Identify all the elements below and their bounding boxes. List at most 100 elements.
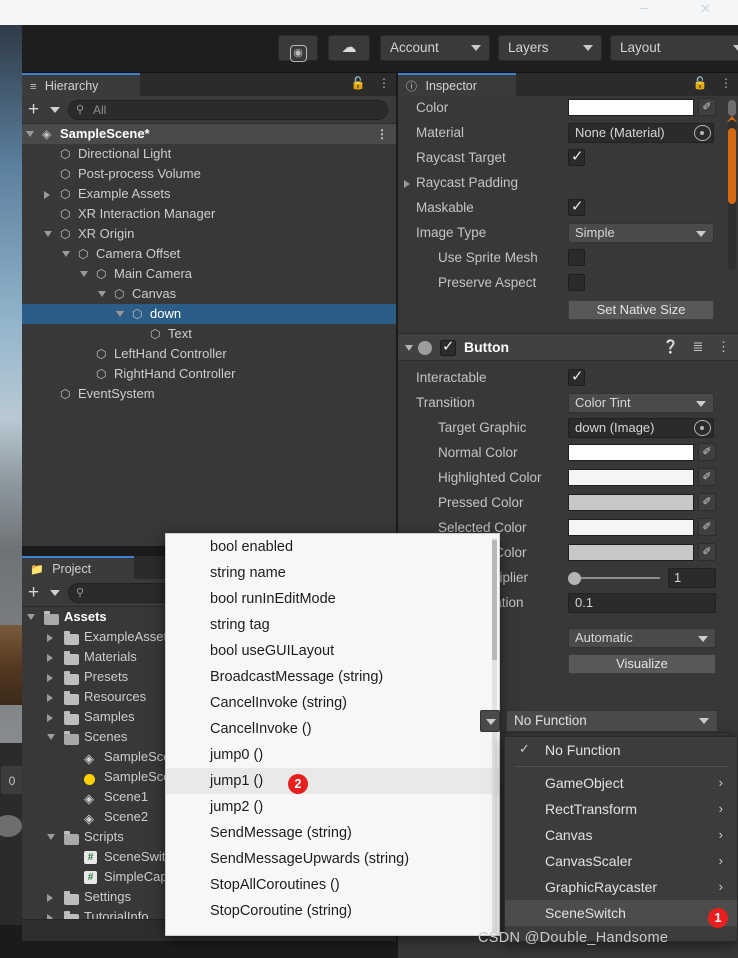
set-native-size-button[interactable]: Set Native Size [568, 300, 714, 320]
hierarchy-item-post-process-volume[interactable]: ⬡ Post-process Volume [22, 164, 396, 184]
chevron-right-icon[interactable] [47, 674, 53, 682]
kebab-menu-icon[interactable]: ⋮ [717, 339, 730, 354]
hierarchy-tree[interactable]: ◈ SampleScene* ⋮ ⬡ Directional Light ⬡ Post-pr… [22, 124, 396, 546]
project-add-button[interactable]: + [28, 582, 39, 603]
eyedropper-icon[interactable]: ✐ [698, 493, 716, 511]
color-swatch[interactable] [568, 494, 694, 511]
button-component-header[interactable]: Button ❔ ≣ ⋮ [398, 333, 738, 361]
chevron-right-icon[interactable] [47, 894, 53, 902]
color-swatch[interactable] [568, 519, 694, 536]
function-menu-item[interactable]: StopAllCoroutines () [166, 872, 499, 898]
component-list[interactable]: ✓ No Function GameObject › RectTransform › Can… [505, 737, 737, 926]
function-menu-item[interactable]: string tag [166, 612, 499, 638]
account-dropdown[interactable]: Account [380, 35, 490, 61]
property-checkbox[interactable] [568, 249, 585, 266]
color-multiplier-slider-knob[interactable] [568, 572, 581, 585]
lock-icon[interactable]: 🔓 [351, 76, 366, 90]
cloud-button[interactable]: ☁ [328, 35, 370, 61]
chevron-down-icon[interactable] [44, 231, 52, 237]
lock-icon[interactable]: 🔓 [693, 76, 708, 90]
function-menu-item[interactable]: CancelInvoke (string) [166, 690, 499, 716]
hierarchy-item-canvas[interactable]: ⬡ Canvas [22, 284, 396, 304]
hierarchy-item-eventsystem[interactable]: ⬡ EventSystem [22, 384, 396, 404]
hierarchy-item-down[interactable]: ⬡ down [22, 304, 396, 324]
property-checkbox[interactable] [568, 367, 585, 386]
function-list[interactable]: bool enabled string name bool runInEditMod… [166, 534, 499, 924]
component-menu-item[interactable]: GameObject › [505, 770, 737, 796]
kebab-menu-icon[interactable]: ⋮ [720, 76, 732, 90]
function-menu-item[interactable]: jump0 () [166, 742, 499, 768]
hierarchy-item-directional-light[interactable]: ⬡ Directional Light [22, 144, 396, 164]
object-reference-field[interactable]: None (Material) [568, 123, 714, 143]
hierarchy-item-xr-interaction-manager[interactable]: ⬡ XR Interaction Manager [22, 204, 396, 224]
hierarchy-item-righthand-controller[interactable]: ⬡ RightHand Controller [22, 364, 396, 384]
chevron-right-icon[interactable] [44, 191, 50, 199]
chevron-down-icon[interactable] [405, 345, 413, 351]
kebab-menu-icon[interactable]: ⋮ [376, 124, 388, 144]
chevron-down-icon[interactable] [116, 311, 124, 317]
tab-project[interactable]: 📁 Project [22, 556, 134, 579]
eyedropper-icon[interactable]: ✐ [698, 468, 716, 486]
hierarchy-item-lefthand-controller[interactable]: ⬡ LeftHand Controller [22, 344, 396, 364]
chevron-right-icon[interactable] [404, 180, 410, 188]
color-swatch[interactable] [568, 544, 694, 561]
color-swatch[interactable] [568, 99, 694, 116]
function-menu-item[interactable]: SendMessage (string) [166, 820, 499, 846]
function-menu-item[interactable]: jump1 () [166, 768, 499, 794]
property-dropdown[interactable]: Color Tint [568, 393, 714, 413]
component-menu-item[interactable]: RectTransform › [505, 796, 737, 822]
eyedropper-icon[interactable]: ✐ [698, 543, 716, 561]
hierarchy-item-main-camera[interactable]: ⬡ Main Camera [22, 264, 396, 284]
function-menu-item[interactable]: bool enabled [166, 534, 499, 560]
color-swatch[interactable] [568, 469, 694, 486]
chevron-down-icon[interactable] [50, 590, 60, 596]
component-menu-item[interactable]: GraphicRaycaster › [505, 874, 737, 900]
layers-dropdown[interactable]: Layers [498, 35, 602, 61]
preset-icon[interactable]: ≣ [692, 339, 703, 354]
minimize-icon[interactable]: ─ [640, 2, 648, 17]
color-multiplier-value[interactable]: 1 [668, 568, 716, 588]
function-menu-item[interactable]: string name [166, 560, 499, 586]
function-menu-item[interactable]: StopCoroutine (string) [166, 898, 499, 924]
object-reference-field[interactable]: down (Image) [568, 418, 714, 438]
property-dropdown[interactable]: Simple [568, 223, 714, 243]
component-menu-item[interactable]: CanvasScaler › [505, 848, 737, 874]
color-swatch[interactable] [568, 444, 694, 461]
visualize-button[interactable]: Visualize [568, 654, 716, 674]
onclick-function-dropdown[interactable]: No Function [506, 710, 718, 732]
property-checkbox[interactable] [568, 274, 585, 291]
function-menu-item[interactable]: bool useGUILayout [166, 638, 499, 664]
inspector-scrollbar-thumb[interactable] [728, 128, 736, 204]
color-multiplier-slider-track[interactable] [574, 577, 660, 579]
property-checkbox[interactable] [568, 147, 585, 166]
component-menu-item[interactable]: Canvas › [505, 822, 737, 848]
chevron-down-icon[interactable] [98, 291, 106, 297]
chevron-right-icon[interactable] [47, 694, 53, 702]
chevron-down-icon[interactable] [26, 131, 34, 137]
function-menu-item[interactable]: BroadcastMessage (string) [166, 664, 499, 690]
fade-duration-value[interactable]: 0.1 [568, 593, 716, 613]
eyedropper-icon[interactable]: ✐ [698, 518, 716, 536]
eyedropper-icon[interactable]: ✐ [698, 443, 716, 461]
unity-services-button[interactable]: ◉ [278, 35, 318, 62]
hierarchy-item-text[interactable]: ⬡ Text [22, 324, 396, 344]
eyedropper-icon[interactable]: ✐ [698, 98, 716, 116]
function-menu-item[interactable]: bool runInEditMode [166, 586, 499, 612]
help-icon[interactable]: ❔ [663, 339, 679, 354]
close-icon[interactable]: ✕ [700, 2, 711, 17]
function-menu-item[interactable]: jump2 () [166, 794, 499, 820]
chevron-down-icon[interactable] [27, 614, 35, 620]
hierarchy-item-example-assets[interactable]: ⬡ Example Assets [22, 184, 396, 204]
chevron-down-icon[interactable] [47, 734, 55, 740]
chevron-down-icon[interactable] [47, 834, 55, 840]
chevron-down-icon[interactable] [62, 251, 70, 257]
object-picker-icon[interactable] [694, 125, 711, 141]
onclick-object-field[interactable] [480, 710, 500, 732]
button-enabled-checkbox[interactable] [440, 337, 456, 356]
property-checkbox[interactable] [568, 197, 585, 216]
chevron-right-icon[interactable] [47, 654, 53, 662]
object-picker-icon[interactable] [694, 420, 711, 436]
chevron-down-icon[interactable] [50, 107, 60, 113]
function-menu-item[interactable]: CancelInvoke () [166, 716, 499, 742]
chevron-right-icon[interactable] [47, 714, 53, 722]
